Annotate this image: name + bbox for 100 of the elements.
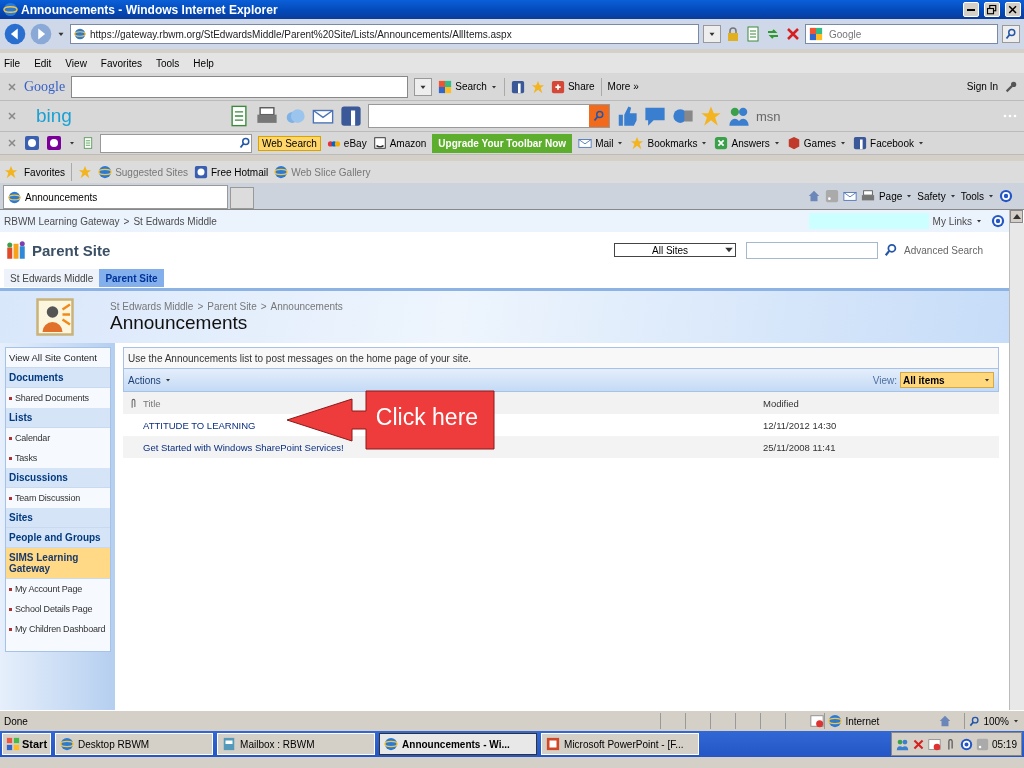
close-icon[interactable]: [6, 80, 18, 93]
column-header[interactable]: Modified: [763, 397, 999, 409]
share-link[interactable]: Share: [567, 81, 595, 92]
sidebar-item[interactable]: Tasks: [6, 448, 110, 468]
site-tab[interactable]: St Edwards Middle: [4, 269, 100, 287]
address-field[interactable]: https://gateway.rbwm.org/StEdwardsMiddle/Parent%20Site/Lists/Announcements/AllItems.aspx: [70, 24, 699, 44]
menu-item[interactable]: Favorites: [100, 57, 142, 69]
lock-icon[interactable]: [725, 26, 741, 42]
taskbar-button[interactable]: Desktop RBWM: [55, 733, 214, 755]
start-button[interactable]: Start: [2, 733, 52, 755]
speech-icon[interactable]: [643, 105, 666, 127]
search-button[interactable]: [1002, 25, 1020, 43]
taskbar-button[interactable]: Microsoft PowerPoint - [F...: [541, 733, 700, 755]
dropdown-button[interactable]: [703, 25, 721, 43]
actions-menu[interactable]: Actions: [128, 374, 172, 386]
dropdown-button[interactable]: [414, 77, 433, 96]
search-box[interactable]: Google: [805, 24, 998, 44]
sidebar-heading[interactable]: Sites: [6, 508, 110, 528]
printer-icon[interactable]: [860, 189, 875, 203]
my-links-menu[interactable]: My Links: [932, 215, 983, 227]
sign-in-link[interactable]: Sign In: [966, 81, 998, 92]
web-search-button[interactable]: Web Search: [258, 135, 321, 151]
advanced-search-link[interactable]: Advanced Search: [904, 244, 983, 256]
site-tab[interactable]: Parent Site: [99, 269, 164, 287]
blocked-icon[interactable]: [810, 714, 825, 728]
close-button[interactable]: [1005, 2, 1021, 17]
breadcrumb-link[interactable]: Announcements: [270, 300, 343, 312]
sidebar-heading[interactable]: SIMS Learning Gateway: [6, 548, 110, 579]
home-icon[interactable]: [806, 189, 821, 203]
taskbar-button[interactable]: Mailbox : RBWM: [217, 733, 376, 755]
compatibility-icon[interactable]: [745, 26, 761, 42]
taskbar-button[interactable]: Announcements - Wi...: [379, 733, 538, 755]
square-icon[interactable]: [339, 105, 362, 127]
people-icon[interactable]: [727, 105, 750, 127]
favorites-button[interactable]: Favorites: [24, 166, 66, 178]
sidebar-item[interactable]: Calendar: [6, 428, 110, 448]
breadcrumb-link[interactable]: Parent Site: [207, 300, 257, 312]
star-icon[interactable]: [699, 105, 722, 127]
circle-tile-icon[interactable]: [24, 135, 40, 151]
search-icon[interactable]: [884, 243, 899, 257]
menu-item[interactable]: Edit: [34, 57, 52, 69]
sidebar-item[interactable]: My Children Dashboard: [6, 619, 110, 639]
breadcrumb-link[interactable]: St Edwards Middle: [110, 300, 194, 312]
minimize-button[interactable]: [963, 2, 979, 17]
breadcrumb-link[interactable]: St Edwards Middle: [133, 215, 217, 227]
search-button[interactable]: [588, 105, 609, 127]
envelope-icon[interactable]: [842, 189, 857, 203]
toolbar-menu[interactable]: Bookmarks: [647, 137, 698, 149]
command-menu[interactable]: Safety: [917, 190, 957, 202]
sidebar-heading[interactable]: Lists: [6, 408, 110, 428]
sidebar-item[interactable]: Team Discussion: [6, 488, 110, 508]
home-icon[interactable]: [938, 714, 953, 728]
search-field[interactable]: [746, 241, 879, 259]
toolbar-link[interactable]: eBay: [343, 137, 367, 149]
browser-tab[interactable]: Announcements: [3, 185, 228, 209]
network-icon[interactable]: [895, 737, 909, 751]
wrench-icon[interactable]: [1004, 79, 1018, 94]
favorite-link[interactable]: Free Hotmail: [210, 166, 269, 178]
toolbar-menu[interactable]: Games: [803, 137, 837, 149]
scope-dropdown[interactable]: All Sites: [614, 243, 737, 257]
toolbar-menu[interactable]: Mail: [595, 137, 614, 149]
item-title-link[interactable]: Get Started with Windows SharePoint Services!: [143, 441, 344, 453]
close-icon[interactable]: [6, 137, 18, 149]
sidebar-heading[interactable]: Documents: [6, 368, 110, 388]
toolbar-menu[interactable]: Facebook: [870, 137, 914, 149]
toolbar-link[interactable]: Amazon: [389, 137, 427, 149]
msn-logo[interactable]: msn: [755, 108, 781, 124]
sidebar-heading[interactable]: People and Groups: [6, 528, 110, 548]
toolbar-search-field[interactable]: [71, 75, 409, 98]
toolbar-menu[interactable]: Answers: [731, 137, 770, 149]
caret-icon[interactable]: [68, 139, 76, 147]
sidebar-item[interactable]: My Account Page: [6, 579, 110, 599]
item-title-link[interactable]: ATTITUDE TO LEARNING: [143, 419, 256, 431]
close-icon[interactable]: [6, 110, 18, 122]
toolbar-search-field[interactable]: [100, 133, 252, 153]
menu-item[interactable]: View: [65, 57, 87, 69]
more-link[interactable]: More »: [607, 81, 639, 92]
cross-icon[interactable]: [911, 737, 925, 751]
zoom-control[interactable]: 100%: [964, 713, 1020, 729]
square-icon[interactable]: [510, 79, 525, 94]
star-icon[interactable]: [530, 79, 545, 94]
menu-item[interactable]: File: [4, 57, 21, 69]
help-icon[interactable]: [999, 189, 1013, 203]
command-menu[interactable]: Page: [878, 190, 914, 202]
toolbar-search-field[interactable]: [367, 104, 610, 128]
menu-item[interactable]: Help: [193, 57, 214, 69]
restore-button[interactable]: [984, 2, 1000, 17]
breadcrumb-link[interactable]: RBWM Learning Gateway: [4, 215, 120, 227]
view-dropdown[interactable]: All items: [900, 372, 994, 388]
sidebar-item[interactable]: School Details Page: [6, 599, 110, 619]
back-icon[interactable]: [4, 23, 26, 45]
stop-icon[interactable]: [785, 26, 801, 42]
new-tab-button[interactable]: [230, 187, 254, 209]
search-link[interactable]: Search: [455, 81, 487, 92]
sidebar-heading[interactable]: Discussions: [6, 468, 110, 488]
scroll-up-button[interactable]: [1010, 210, 1023, 223]
circle-tile-icon[interactable]: [46, 135, 62, 151]
menu-item[interactable]: Tools: [156, 57, 180, 69]
command-menu[interactable]: Tools: [960, 190, 995, 202]
help-icon[interactable]: [991, 214, 1005, 228]
